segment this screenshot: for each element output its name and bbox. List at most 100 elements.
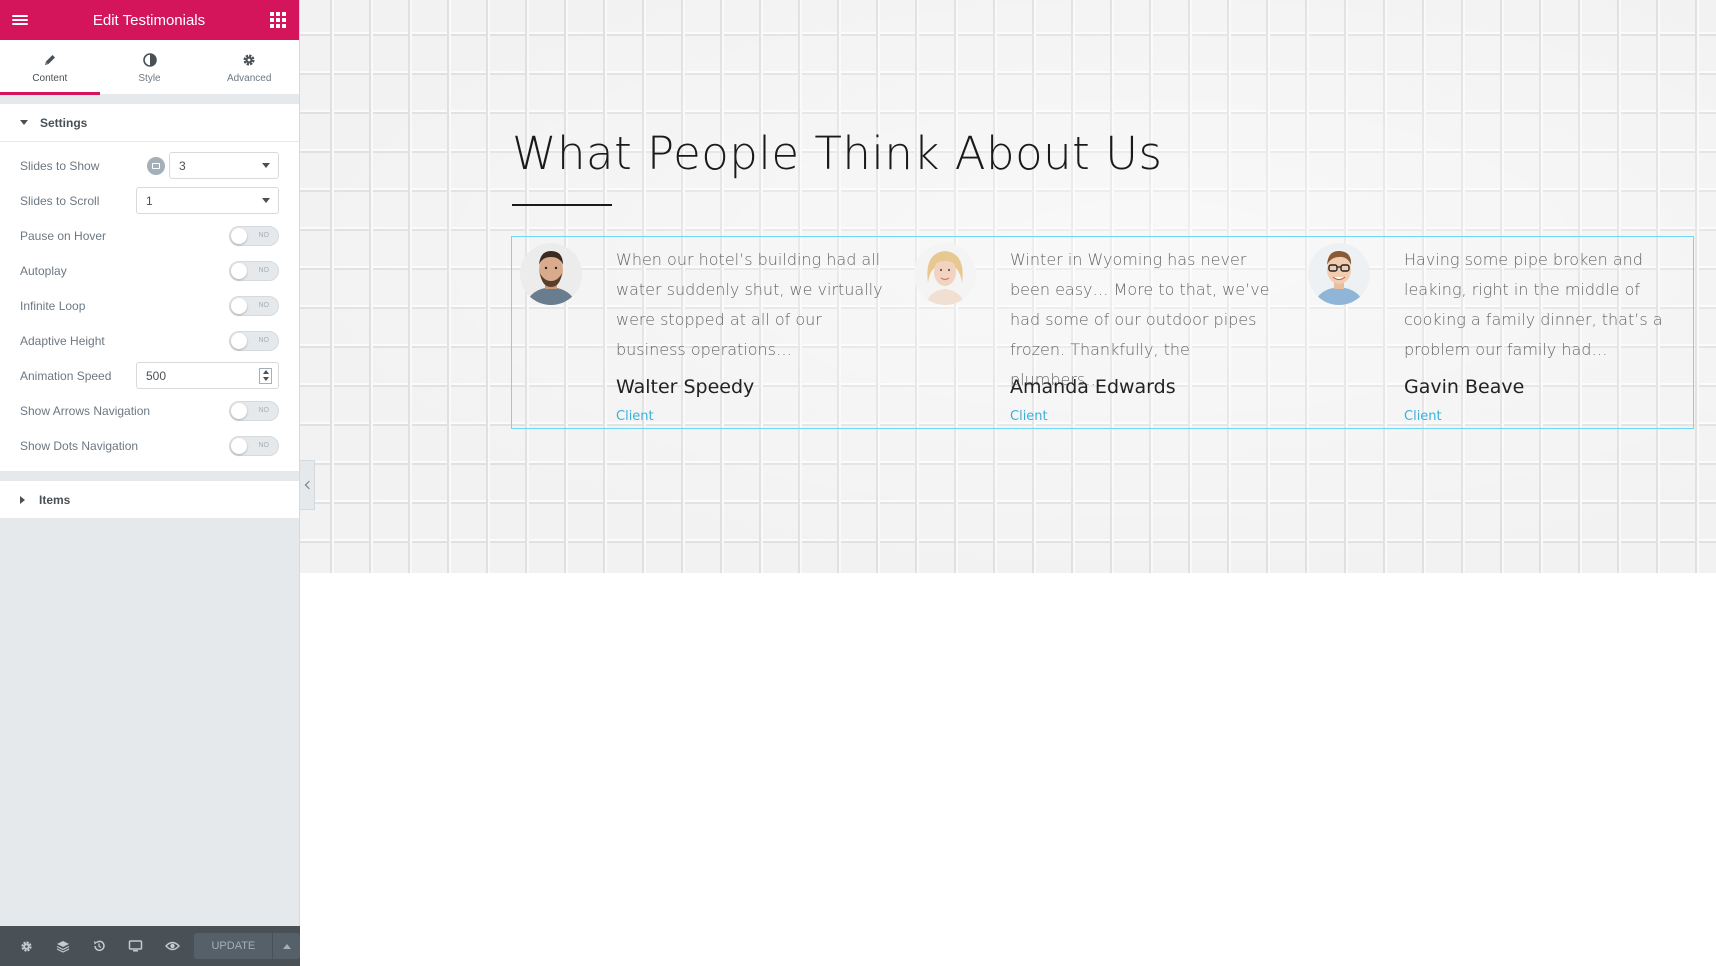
preview-canvas: What People Think About Us When our hote…: [300, 0, 1716, 966]
autoplay-label: Autoplay: [20, 263, 67, 278]
infinite-loop-label: Infinite Loop: [20, 298, 86, 313]
section-heading: What People Think About Us: [512, 127, 1163, 180]
preview-eye-icon[interactable]: [154, 926, 190, 966]
widgets-grid-icon[interactable]: [269, 11, 287, 29]
slides-to-scroll-label: Slides to Scroll: [20, 193, 100, 208]
tab-content-label: Content: [32, 72, 68, 84]
chevron-left-icon: [304, 480, 313, 490]
avatar: [520, 243, 582, 305]
history-icon[interactable]: [81, 926, 117, 966]
gear-icon: [242, 51, 256, 69]
control-adaptive-height: Adaptive Height NO: [0, 323, 299, 358]
toggle-knob: [231, 227, 247, 244]
control-autoplay: Autoplay NO: [0, 253, 299, 288]
tab-style[interactable]: Style: [100, 40, 200, 94]
toggle-state: NO: [258, 301, 270, 309]
section-gap: [0, 471, 299, 481]
testimonial-role: Client: [1010, 409, 1048, 424]
control-show-arrows: Show Arrows Navigation NO: [0, 393, 299, 428]
toggle-knob: [231, 262, 247, 279]
animation-speed-label: Animation Speed: [20, 368, 112, 383]
slides-to-show-value: 3: [179, 158, 186, 173]
settings-controls: Slides to Show 3 Slides to Scroll 1 Paus…: [0, 142, 299, 471]
testimonial-role: Client: [616, 409, 654, 424]
adaptive-height-label: Adaptive Height: [20, 333, 105, 348]
update-button[interactable]: UPDATE: [194, 933, 273, 959]
show-dots-toggle[interactable]: NO: [229, 435, 279, 456]
tabs-spacer: [0, 95, 299, 104]
heading-divider: [512, 204, 612, 206]
toggle-state: NO: [258, 336, 270, 344]
avatar: [914, 243, 976, 305]
hamburger-menu-icon[interactable]: [11, 11, 29, 29]
control-show-dots: Show Dots Navigation NO: [0, 428, 299, 463]
autoplay-toggle[interactable]: NO: [229, 260, 279, 281]
settings-icon[interactable]: [8, 926, 44, 966]
caret-right-icon: [20, 495, 25, 504]
tab-advanced-label: Advanced: [226, 72, 272, 84]
tab-content[interactable]: Content: [0, 40, 100, 95]
avatar: [1308, 243, 1370, 305]
chevron-down-icon: [262, 198, 270, 203]
number-spinner[interactable]: [259, 367, 272, 384]
collapse-panel-handle[interactable]: [300, 460, 315, 510]
pause-on-hover-toggle[interactable]: NO: [229, 225, 279, 246]
contrast-icon: [142, 51, 157, 69]
show-arrows-label: Show Arrows Navigation: [20, 403, 151, 418]
editor-panel: Edit Testimonials Content Style Advanced…: [0, 0, 300, 966]
section-settings-title: Settings: [40, 115, 88, 130]
update-options-button[interactable]: [272, 933, 300, 959]
panel-header: Edit Testimonials: [0, 0, 299, 40]
control-animation-speed: Animation Speed 500: [0, 358, 299, 393]
toggle-state: NO: [258, 441, 270, 449]
caret-down-icon: [20, 120, 28, 125]
slides-to-scroll-select[interactable]: 1: [136, 187, 279, 214]
responsive-icon[interactable]: [117, 926, 153, 966]
testimonials-section: What People Think About Us When our hote…: [300, 0, 1716, 573]
spinner-up-icon[interactable]: [260, 369, 271, 376]
control-pause-on-hover: Pause on Hover NO: [0, 218, 299, 253]
slides-to-show-select[interactable]: 3: [169, 152, 279, 179]
slides-to-show-label: Slides to Show: [20, 158, 100, 173]
layers-icon[interactable]: [44, 926, 80, 966]
slides-to-scroll-value: 1: [146, 193, 153, 208]
section-items-header[interactable]: Items: [0, 481, 299, 519]
tab-style-label: Style: [138, 72, 161, 84]
adaptive-height-toggle[interactable]: NO: [229, 330, 279, 351]
chevron-up-icon: [282, 943, 291, 949]
control-slides-to-scroll: Slides to Scroll 1: [0, 183, 299, 218]
testimonial-name: Walter Speedy: [616, 376, 755, 398]
show-arrows-toggle[interactable]: NO: [229, 400, 279, 421]
testimonial-quote: Having some pipe broken and leaking, rig…: [1404, 250, 1663, 359]
testimonial-name: Gavin Beave: [1404, 376, 1525, 398]
testimonial-card: Winter in Wyoming has never been easy… M…: [906, 237, 1299, 427]
animation-speed-input[interactable]: 500: [136, 362, 279, 389]
toggle-knob: [231, 402, 247, 419]
panel-footer: UPDATE: [0, 926, 300, 966]
responsive-desktop-icon[interactable]: [147, 156, 165, 175]
show-dots-label: Show Dots Navigation: [20, 438, 139, 453]
toggle-state: NO: [258, 266, 270, 274]
toggle-knob: [231, 332, 247, 349]
section-items-title: Items: [39, 492, 71, 507]
testimonial-name: Amanda Edwards: [1010, 376, 1176, 398]
panel-tabs: Content Style Advanced: [0, 40, 299, 95]
infinite-loop-toggle[interactable]: NO: [229, 295, 279, 316]
spinner-down-icon[interactable]: [260, 376, 271, 383]
testimonial-quote: When our hotel’s building had all water …: [616, 250, 883, 359]
testimonials-carousel[interactable]: When our hotel’s building had all water …: [511, 236, 1694, 429]
panel-title: Edit Testimonials: [92, 11, 206, 29]
pause-on-hover-label: Pause on Hover: [20, 228, 107, 243]
testimonial-card: Having some pipe broken and leaking, rig…: [1300, 237, 1693, 427]
control-infinite-loop: Infinite Loop NO: [0, 288, 299, 323]
toggle-state: NO: [258, 231, 270, 239]
testimonial-quote: Winter in Wyoming has never been easy… M…: [1010, 250, 1270, 389]
testimonial-card: When our hotel’s building had all water …: [512, 237, 905, 427]
section-settings-header[interactable]: Settings: [0, 104, 299, 142]
tab-advanced[interactable]: Advanced: [199, 40, 299, 94]
control-slides-to-show: Slides to Show 3: [0, 148, 299, 183]
chevron-down-icon: [262, 163, 270, 168]
toggle-knob: [231, 297, 247, 314]
editor-app: Edit Testimonials Content Style Advanced…: [0, 0, 1716, 966]
testimonial-role: Client: [1404, 409, 1442, 424]
